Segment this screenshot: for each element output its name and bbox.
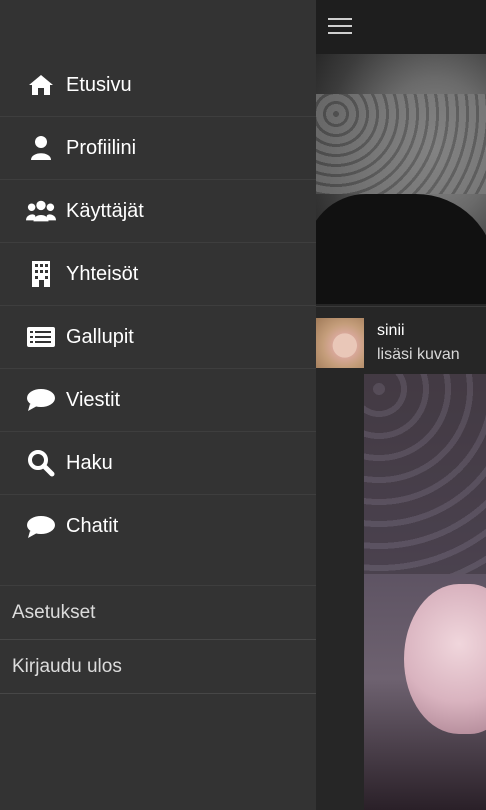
user-icon (26, 133, 56, 163)
feed-panel: sinii lisäsi kuvan (316, 0, 486, 810)
speech-bubble-icon (26, 385, 56, 415)
settings-link[interactable]: Asetukset (0, 586, 316, 640)
nav-item-kayttajat[interactable]: Käyttäjät (0, 180, 316, 243)
nav-label-haku: Haku (66, 451, 113, 474)
post-header: sinii lisäsi kuvan (316, 318, 486, 372)
top-bar (316, 0, 486, 54)
navigation-drawer: Etusivu Profiilini Käyttäjät Yhteisöt Ga… (0, 0, 316, 810)
nav-item-etusivu[interactable]: Etusivu (0, 54, 316, 117)
main-nav: Etusivu Profiilini Käyttäjät Yhteisöt Ga… (0, 54, 316, 558)
nav-label-viestit: Viestit (66, 388, 121, 411)
post-action-text: lisäsi kuvan (377, 346, 460, 363)
post-username[interactable]: sinii (377, 322, 405, 340)
nav-item-chatit[interactable]: Chatit (0, 495, 316, 558)
search-icon (26, 448, 56, 478)
chat-bubble-icon (26, 512, 56, 542)
nav-item-gallupit[interactable]: Gallupit (0, 306, 316, 369)
nav-item-viestit[interactable]: Viestit (0, 369, 316, 432)
nav-label-gallupit: Gallupit (66, 325, 134, 348)
hamburger-menu-icon[interactable] (328, 18, 352, 36)
logout-link[interactable]: Kirjaudu ulos (0, 640, 316, 694)
nav-item-haku[interactable]: Haku (0, 432, 316, 495)
avatar[interactable] (316, 318, 364, 368)
feed-photo[interactable] (316, 54, 486, 304)
nav-label-chatit: Chatit (66, 515, 119, 537)
secondary-nav: Asetukset Kirjaudu ulos (0, 585, 316, 694)
nav-label-profiilini: Profiilini (66, 136, 137, 159)
nav-item-yhteisot[interactable]: Yhteisöt (0, 243, 316, 306)
nav-label-kayttajat: Käyttäjät (66, 199, 144, 222)
users-icon (26, 196, 56, 226)
post-photo[interactable] (364, 374, 486, 810)
feed-divider (316, 306, 486, 307)
building-icon (26, 259, 56, 289)
poll-list-icon (26, 322, 56, 352)
nav-label-yhteisot: Yhteisöt (66, 262, 139, 285)
home-icon (26, 70, 56, 100)
nav-label-etusivu: Etusivu (66, 73, 132, 96)
nav-item-profiilini[interactable]: Profiilini (0, 117, 316, 180)
